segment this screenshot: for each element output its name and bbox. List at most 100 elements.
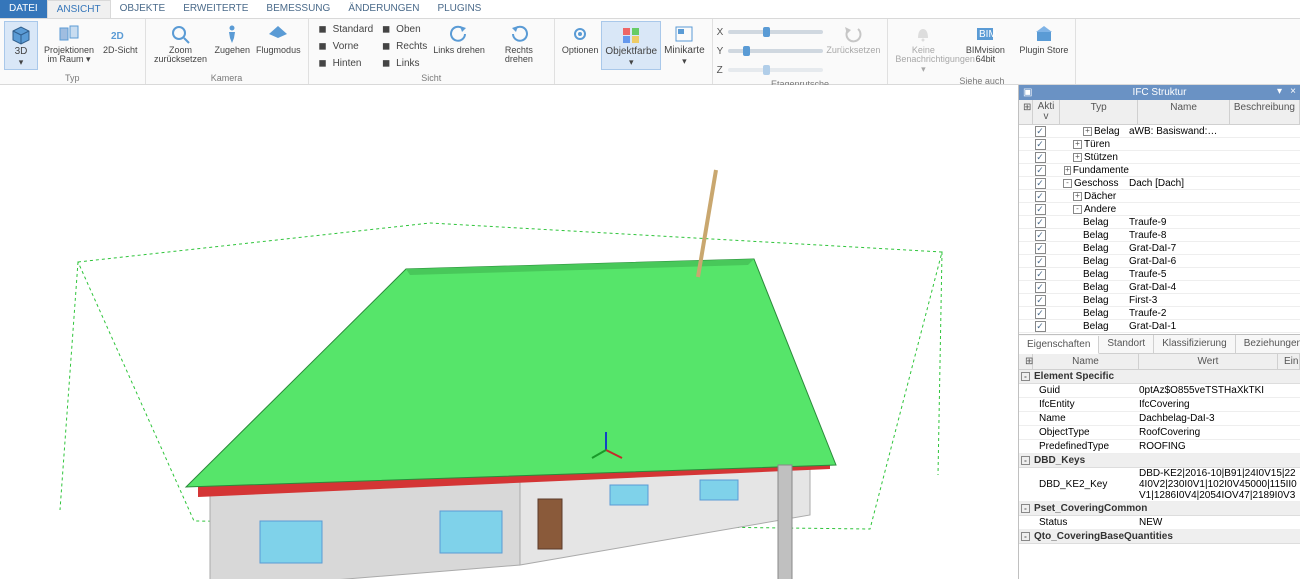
prop-group-header[interactable]: -Element Specific [1019,370,1300,384]
row-active[interactable]: ✓ [1033,126,1047,137]
btn-plugin-store[interactable]: Plugin Store [1016,21,1071,57]
prop-row[interactable]: IfcEntityIfcCovering [1019,398,1300,412]
col-typ[interactable]: Typ [1060,100,1138,124]
btn-rotate-left[interactable]: Links drehen [430,21,488,57]
tab-standort[interactable]: Standort [1099,335,1154,353]
expander-icon[interactable]: + [1073,192,1082,201]
row-active[interactable]: ✓ [1033,165,1047,176]
row-active[interactable]: ✓ [1033,139,1047,150]
tree-row[interactable]: ✓+Dächer [1019,190,1300,203]
btn-notifications[interactable]: Keine Benachrichtigungen ▾ [892,21,954,76]
row-active[interactable]: ✓ [1033,243,1047,254]
tree-row[interactable]: ✓BelagTraufe-9 [1019,216,1300,229]
tree-row[interactable]: ✓BelagGrat-DaI-4 [1019,281,1300,294]
tree-row[interactable]: ✓-Andere [1019,203,1300,216]
prop-group-header[interactable]: -DBD_Keys [1019,454,1300,468]
tab-objekte[interactable]: OBJEKTE [111,0,175,18]
btn-3d[interactable]: 3D▾ [4,21,38,70]
prop-body[interactable]: -Element SpecificGuid0ptAz$O855veTSTHaXk… [1019,370,1300,579]
slider-y[interactable]: Y [717,42,824,60]
tree-row[interactable]: ✓BelagTraufe-8 [1019,229,1300,242]
tree-header-handle[interactable]: ⊞ [1019,100,1033,124]
tab-plugins[interactable]: PLUGINS [428,0,490,18]
row-active[interactable]: ✓ [1033,204,1047,215]
tab-aenderungen[interactable]: ÄNDERUNGEN [339,0,428,18]
row-active[interactable]: ✓ [1033,217,1047,228]
tree-row[interactable]: ✓-GeschossDach [Dach] [1019,177,1300,190]
close-icon[interactable]: × [1290,86,1296,97]
btn-minikarte[interactable]: Minikarte▾ [661,21,708,68]
btn-fly[interactable]: Flugmodus [253,21,304,57]
tree-row[interactable]: ✓+BelagaWB: Basiswand:MW 2... [1019,125,1300,138]
tab-ansicht[interactable]: ANSICHT [47,0,111,18]
prop-row[interactable]: DBD_KE2_KeyDBD-KE2|2016-10|B91|24I0V15|2… [1019,468,1300,502]
row-active[interactable]: ✓ [1033,282,1047,293]
tab-beziehungen[interactable]: Beziehungen [1236,335,1300,353]
expander-icon[interactable]: + [1073,140,1082,149]
expander-icon[interactable]: - [1073,205,1082,214]
row-active[interactable]: ✓ [1033,256,1047,267]
row-active[interactable]: ✓ [1033,269,1047,280]
col-prop-ein[interactable]: Ein [1278,354,1300,369]
tab-bemessung[interactable]: BEMESSUNG [257,0,339,18]
prop-row[interactable]: PredefinedTypeROOFING [1019,440,1300,454]
panel-menu-icon[interactable]: ▣ [1023,87,1032,98]
expander-icon[interactable]: + [1073,153,1082,162]
btn-projektionen[interactable]: Projektionen im Raum ▾ [38,21,100,67]
expander-icon[interactable]: - [1021,504,1030,513]
row-active[interactable]: ✓ [1033,178,1047,189]
slider-z[interactable]: Z [717,61,824,79]
btn-rotate-right[interactable]: Rechts drehen [488,21,550,67]
row-active[interactable]: ✓ [1033,230,1047,241]
btn-optionen[interactable]: Optionen [559,21,602,57]
tree-row[interactable]: ✓BelagTraufe-5 [1019,268,1300,281]
3d-viewport[interactable] [0,85,1018,579]
expander-icon[interactable]: + [1064,166,1071,175]
btn-standard[interactable]: ◼Standard [313,21,377,38]
col-name[interactable]: Name [1138,100,1230,124]
btn-rechts[interactable]: ◼Rechts [376,38,430,55]
tree-body[interactable]: ✓+BelagaWB: Basiswand:MW 2...✓+Türen✓+St… [1019,125,1300,334]
btn-oben[interactable]: ◼Oben [376,21,430,38]
prop-row[interactable]: NameDachbelag-DaI-3 [1019,412,1300,426]
slider-x[interactable]: X [717,23,824,41]
row-active[interactable]: ✓ [1033,295,1047,306]
row-active[interactable]: ✓ [1033,308,1047,319]
col-aktiv[interactable]: Akti v [1033,100,1060,124]
prop-group-header[interactable]: -Pset_CoveringCommon [1019,502,1300,516]
expander-icon[interactable]: - [1021,532,1030,541]
expander-icon[interactable]: - [1021,372,1030,381]
btn-zoom-reset[interactable]: Zoom zurücksetzen [150,21,212,67]
expander-icon[interactable]: + [1083,127,1092,136]
col-prop-wert[interactable]: Wert [1139,354,1278,369]
pin-icon[interactable]: ▾ [1277,86,1282,97]
row-active[interactable]: ✓ [1033,152,1047,163]
tree-row[interactable]: ✓+Fundamente [1019,164,1300,177]
prop-row[interactable]: Guid0ptAz$O855veTSTHaXkTKI [1019,384,1300,398]
tree-row[interactable]: ✓+Stützen [1019,151,1300,164]
btn-2d[interactable]: 2D 2D-Sicht [100,21,141,57]
row-active[interactable]: ✓ [1033,191,1047,202]
expander-icon[interactable]: - [1021,456,1030,465]
col-beschreibung[interactable]: Beschreibung [1230,100,1300,124]
btn-slider-reset[interactable]: Zurücksetzen [823,21,883,57]
expander-icon[interactable]: - [1063,179,1072,188]
btn-objektfarbe[interactable]: Objektfarbe▾ [601,21,661,70]
tree-row[interactable]: ✓BelagGrat-DaI-6 [1019,255,1300,268]
tree-row[interactable]: ✓BelagGrat-DaI-1 [1019,320,1300,333]
btn-hinten[interactable]: ◼Hinten [313,55,377,72]
tree-row[interactable]: ✓BelagTraufe-2 [1019,307,1300,320]
tree-row[interactable]: ✓BelagGrat-DaI-7 [1019,242,1300,255]
prop-group-header[interactable]: -Qto_CoveringBaseQuantities [1019,530,1300,544]
btn-walk[interactable]: Zugehen [212,21,254,57]
prop-row[interactable]: ObjectTypeRoofCovering [1019,426,1300,440]
tab-erweiterte[interactable]: ERWEITERTE [174,0,257,18]
tree-row[interactable]: ✓BelagFirst-3 [1019,294,1300,307]
prop-row[interactable]: StatusNEW [1019,516,1300,530]
btn-vorne[interactable]: ◼Vorne [313,38,377,55]
prop-header-handle[interactable]: ⊞ [1019,354,1033,369]
tab-klassifizierung[interactable]: Klassifizierung [1154,335,1235,353]
tab-file[interactable]: DATEI [0,0,47,18]
row-active[interactable]: ✓ [1033,321,1047,332]
col-prop-name[interactable]: Name [1033,354,1139,369]
